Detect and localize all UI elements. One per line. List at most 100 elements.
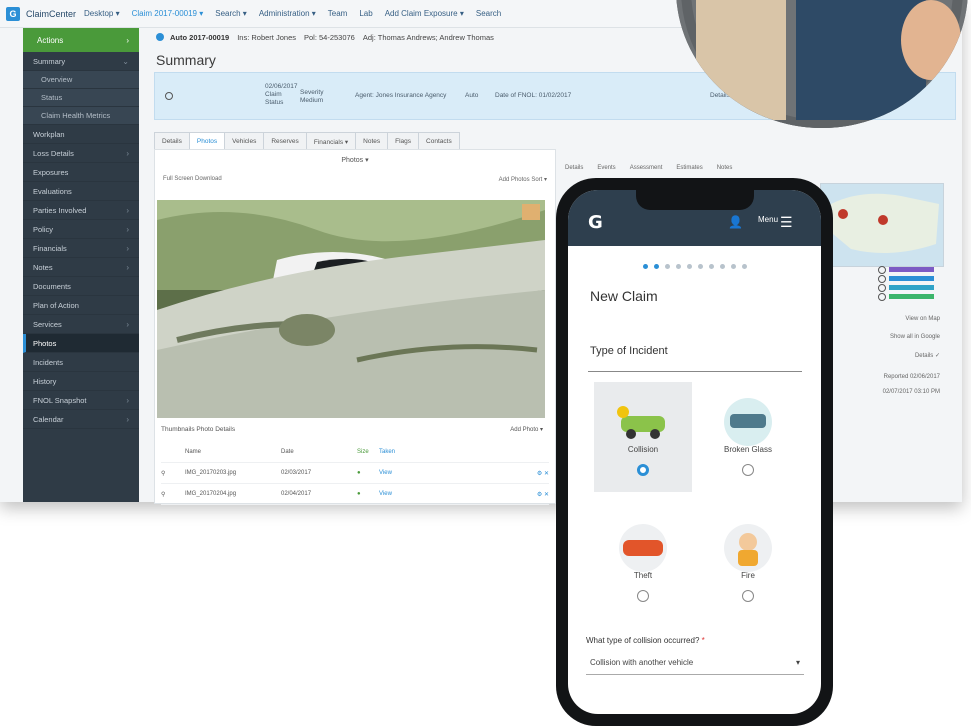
menu-administration[interactable]: Administration ▾ xyxy=(259,9,316,18)
chevron-icon: › xyxy=(126,243,129,253)
add-photo-button[interactable]: Add Photo ▾ xyxy=(510,426,543,433)
sidebar-item-label: Workplan xyxy=(33,129,65,139)
sidebar-item-services[interactable]: Services › xyxy=(23,315,139,334)
view-link[interactable]: View xyxy=(379,491,499,497)
search-icon[interactable]: ⚲ xyxy=(161,491,185,498)
option-collision[interactable]: Collision xyxy=(594,382,692,492)
legend-item[interactable] xyxy=(878,265,934,274)
sidebar-item-plan-of-action[interactable]: Plan of Action xyxy=(23,296,139,315)
claim-damage-photo[interactable] xyxy=(157,200,545,418)
mobile-header: G 👤 Menu ☰ xyxy=(568,190,821,246)
menu-search-2[interactable]: Search xyxy=(476,9,501,18)
row-actions-icon[interactable]: ⚙ ✕ xyxy=(537,491,549,498)
photo-tools-right[interactable]: Add Photos Sort ▾ xyxy=(499,176,547,183)
menu-claim[interactable]: Claim 2017-00019 ▾ xyxy=(132,9,204,18)
photo-table: Name Date Size Taken ⚲ IMG_20170203.jpg … xyxy=(161,442,549,505)
row-actions-icon[interactable]: ⚙ ✕ xyxy=(537,470,549,477)
photo-panel-header[interactable]: Photos ▾ xyxy=(155,156,555,164)
table-row[interactable]: ⚲ IMG_20170204.jpg 02/04/2017 ● View ⚙ ✕ xyxy=(161,484,549,505)
sidebar-item-overview[interactable]: Overview xyxy=(23,71,139,89)
broken-glass-icon xyxy=(724,398,772,446)
user-icon[interactable]: 👤 xyxy=(728,215,743,229)
sidebar-actions-label: Actions xyxy=(37,35,64,45)
show-all-link[interactable]: Show all in Google xyxy=(890,334,940,340)
chevron-icon: › xyxy=(126,319,129,329)
menu-desktop[interactable]: Desktop ▾ xyxy=(84,9,120,18)
sidebar-item-label: Photos xyxy=(33,338,57,348)
sidebar-item-calendar[interactable]: Calendar › xyxy=(23,410,139,429)
legend-item[interactable] xyxy=(878,283,934,292)
option-fire[interactable]: Fire xyxy=(699,508,797,618)
table-row[interactable]: ⚲ IMG_20170203.jpg 02/03/2017 ● View ⚙ ✕ xyxy=(161,463,549,484)
sidebar-item-fnol-snapshot[interactable]: FNOL Snapshot › xyxy=(23,391,139,410)
sidebar-item-photos[interactable]: Photos xyxy=(23,334,139,353)
tab-right-notes[interactable]: Notes xyxy=(717,165,733,171)
tab-right-estimates[interactable]: Estimates xyxy=(676,165,702,171)
menu-team[interactable]: Team xyxy=(328,9,348,18)
sidebar-item-evaluations[interactable]: Evaluations xyxy=(23,182,139,201)
view-link[interactable]: View xyxy=(379,470,499,476)
legend-item[interactable] xyxy=(878,274,934,283)
sidebar-item-claim-health-metrics[interactable]: Claim Health Metrics xyxy=(23,107,139,125)
info-agent: Agent: Jones Insurance Agency xyxy=(355,92,447,99)
radio-button[interactable] xyxy=(742,590,754,602)
radio-button[interactable] xyxy=(637,590,649,602)
sidebar-item-exposures[interactable]: Exposures xyxy=(23,163,139,182)
sidebar-item-label: Summary xyxy=(33,56,66,66)
search-icon[interactable]: ⚲ xyxy=(161,470,185,477)
legend-item[interactable] xyxy=(878,292,934,301)
sidebar-item-policy[interactable]: Policy › xyxy=(23,220,139,239)
grid-tabs[interactable]: Thumbnails Photo Details xyxy=(161,426,235,433)
sidebar-item-parties-involved[interactable]: Parties Involved › xyxy=(23,201,139,220)
sidebar-item-loss-details[interactable]: Loss Details › xyxy=(23,144,139,163)
radio-button[interactable] xyxy=(742,464,754,476)
tab-right-events[interactable]: Events xyxy=(597,165,615,171)
location-map[interactable] xyxy=(820,183,944,267)
mobile-logo-icon[interactable]: G xyxy=(588,212,603,233)
menu-search[interactable]: Search ▾ xyxy=(215,9,247,18)
sidebar-item-history[interactable]: History xyxy=(23,372,139,391)
menu-add-claim-exposure[interactable]: Add Claim Exposure ▾ xyxy=(385,9,464,18)
sidebar-item-summary[interactable]: Summary ⌄ xyxy=(23,52,139,71)
sidebar-item-label: Notes xyxy=(33,262,53,272)
menu-lab[interactable]: Lab xyxy=(359,9,372,18)
hamburger-menu-icon[interactable]: ☰ xyxy=(780,214,793,231)
col-name[interactable]: Name xyxy=(185,449,281,455)
right-panel-tabs: Details Events Assessment Estimates Note… xyxy=(565,165,746,171)
view-on-map-link[interactable]: View on Map xyxy=(905,316,940,322)
required-marker: * xyxy=(701,636,705,645)
sidebar-item-incidents[interactable]: Incidents xyxy=(23,353,139,372)
app-logo-icon[interactable]: G xyxy=(6,6,20,21)
breadcrumb-policy[interactable]: Pol: 54-253076 xyxy=(304,33,355,42)
mobile-menu-label[interactable]: Menu xyxy=(758,215,778,224)
sidebar-item-documents[interactable]: Documents xyxy=(23,277,139,296)
option-theft[interactable]: Theft xyxy=(594,508,692,618)
sidebar-item-label: Loss Details xyxy=(33,148,74,158)
tab-right-assessment[interactable]: Assessment xyxy=(630,165,663,171)
chevron-icon: › xyxy=(126,148,129,158)
sidebar-actions-button[interactable]: Actions › xyxy=(23,28,139,52)
select-value: Collision with another vehicle xyxy=(590,658,694,667)
photo-tools-left[interactable]: Full Screen Download xyxy=(163,176,222,183)
info-radio[interactable] xyxy=(165,92,173,100)
sidebar-item-label: FNOL Snapshot xyxy=(33,395,87,405)
chevron-icon: › xyxy=(126,224,129,234)
col-size[interactable]: Size xyxy=(357,449,379,455)
sidebar-item-financials[interactable]: Financials › xyxy=(23,239,139,258)
collision-type-select[interactable]: Collision with another vehicle ▾ xyxy=(586,651,804,675)
sidebar-item-status[interactable]: Status xyxy=(23,89,139,107)
col-taken[interactable]: Taken xyxy=(379,449,499,455)
tab-right-details[interactable]: Details xyxy=(565,165,583,171)
status-dot-icon: ● xyxy=(357,491,361,497)
collision-icon xyxy=(617,406,665,439)
sidebar-item-notes[interactable]: Notes › xyxy=(23,258,139,277)
radio-button[interactable] xyxy=(637,464,649,476)
sidebar-item-label: Services xyxy=(33,319,62,329)
sidebar-item-workplan[interactable]: Workplan xyxy=(23,125,139,144)
details-check[interactable]: Details ✓ xyxy=(915,352,940,359)
col-date[interactable]: Date xyxy=(281,449,357,455)
app-brand[interactable]: ClaimCenter xyxy=(26,9,76,19)
new-claim-title: New Claim xyxy=(590,288,658,304)
breadcrumb-claim[interactable]: Auto 2017-00019 xyxy=(170,33,229,42)
option-broken-glass[interactable]: Broken Glass xyxy=(699,382,797,492)
